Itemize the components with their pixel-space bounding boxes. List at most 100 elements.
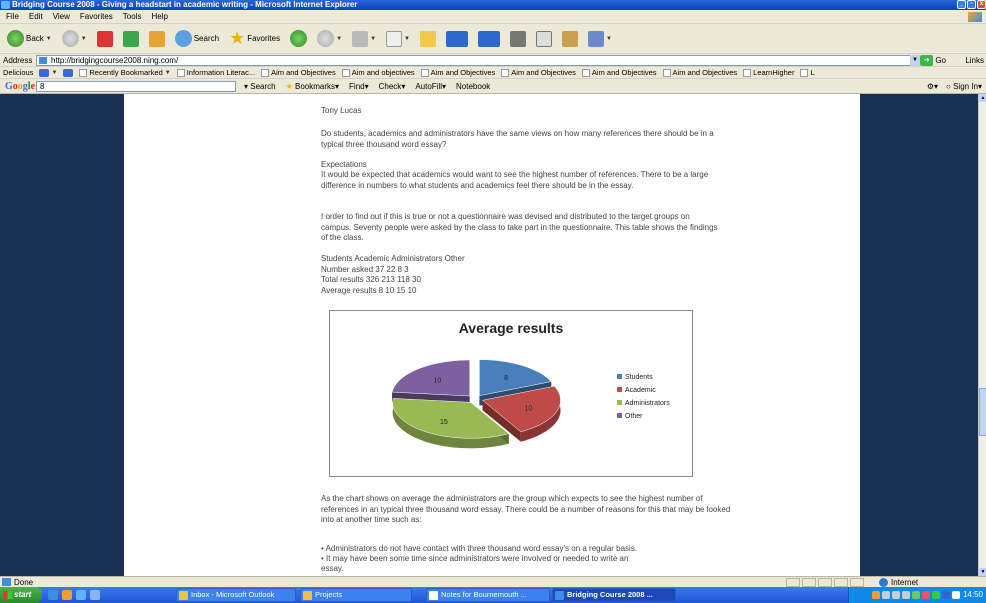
scroll-down-icon[interactable]: ▼ [979, 568, 986, 576]
bookmark-recently[interactable]: Recently Bookmarked ▼ [79, 67, 171, 78]
close-icon[interactable]: x [977, 0, 986, 9]
table-header: Students Academic Administrators Other [321, 254, 465, 263]
task-bridging-course[interactable]: Bridging Course 2008 ... [552, 588, 676, 602]
research-icon [509, 30, 526, 47]
menu-file[interactable]: File [6, 10, 19, 23]
google-logo[interactable]: Google [5, 79, 35, 94]
toolbar-extra-6[interactable]: ▼ [585, 28, 615, 50]
document-icon [429, 591, 438, 600]
menu-favorites[interactable]: Favorites [80, 10, 113, 23]
vertical-scrollbar[interactable]: ▲ ▼ [978, 94, 986, 576]
bookmark-item[interactable]: Aim and Objectives [662, 67, 737, 78]
status-pane [850, 578, 864, 587]
print-button[interactable]: ▼ [349, 28, 379, 50]
google-search-button[interactable]: ▾ Search [244, 79, 276, 94]
bookmark-item[interactable]: Aim and objectives [341, 67, 415, 78]
edit-button[interactable]: ▼ [383, 28, 413, 50]
page-icon [743, 68, 752, 77]
menu-view[interactable]: View [53, 10, 70, 23]
navigation-toolbar: Back ▼ ▼ Search ★ Favorites ▼ ▼ ▼ ▼ [0, 24, 986, 54]
bookmark-item[interactable]: Information Literac... [176, 67, 255, 78]
article-question: Do students, academics and administrator… [321, 129, 714, 149]
folder-icon [419, 30, 436, 47]
system-tray: 14:50 [848, 587, 986, 603]
taskbar: start Inbox - Microsoft Outlook Projects… [0, 587, 986, 603]
expectations-text: It would be expected that academics woul… [321, 170, 709, 190]
scroll-up-icon[interactable]: ▲ [979, 94, 986, 102]
history-button[interactable] [287, 28, 310, 50]
menu-tools[interactable]: Tools [123, 10, 142, 23]
chart-icon [587, 30, 604, 47]
favorites-button[interactable]: ★ Favorites [226, 28, 283, 50]
google-bookmarks-button[interactable]: ★ Bookmarks▾ [286, 79, 339, 94]
settings-wrench-icon[interactable]: ⚙▾ [927, 79, 938, 94]
toolbar-extra-1[interactable] [443, 28, 471, 50]
legend-label: Academic [625, 387, 656, 394]
address-dropdown-button[interactable]: ▼ [910, 55, 920, 66]
delicious-tag-button[interactable]: ▼ [39, 67, 57, 78]
bookmark-item[interactable]: LearnHigher [743, 67, 794, 78]
stop-button[interactable] [94, 28, 116, 50]
folder-button[interactable] [417, 28, 439, 50]
address-input[interactable]: http://bridgingcourse2008.ning.com/ [36, 55, 914, 66]
star-icon: ★ [229, 28, 246, 48]
menu-help[interactable]: Help [151, 10, 167, 23]
conclusion-text: As the chart shows on average the admini… [321, 494, 731, 525]
page-icon [501, 68, 510, 77]
page-icon [662, 68, 671, 77]
task-outlook[interactable]: Inbox - Microsoft Outlook [176, 588, 296, 602]
ie-quicklaunch-icon[interactable] [48, 590, 58, 600]
minimize-icon[interactable]: _ [957, 0, 966, 9]
bullet-item-continued: essay. [321, 564, 344, 573]
task-notes[interactable]: Notes for Bournemouth ... [426, 588, 550, 602]
go-button[interactable]: ➜ Go [920, 54, 946, 67]
menu-edit[interactable]: Edit [29, 10, 43, 23]
restore-icon[interactable]: ▫ [967, 0, 976, 9]
google-find-button[interactable]: Find▾ [349, 79, 369, 94]
toolbar-extra-2[interactable] [475, 28, 503, 50]
pie-slice-other [391, 359, 470, 397]
legend-swatch [617, 413, 622, 418]
outlook-quicklaunch-icon[interactable] [62, 590, 72, 600]
mail-button[interactable]: ▼ [314, 28, 345, 50]
scrollbar-thumb[interactable] [979, 388, 986, 436]
forward-button[interactable]: ▼ [59, 28, 90, 50]
tray-icon [881, 591, 890, 599]
window-icon [477, 30, 500, 47]
table-row: Average results 8 10 15 10 [321, 286, 417, 295]
bookmark-item[interactable]: Aim and Objectives [501, 67, 576, 78]
search-button[interactable]: Search [172, 28, 222, 50]
links-button[interactable]: Links [965, 54, 984, 67]
desktop-quicklaunch-icon[interactable] [76, 590, 86, 600]
toolbar-extra-5[interactable] [559, 28, 581, 50]
bookmark-item[interactable]: Aim and Objectives [420, 67, 495, 78]
bookmark-item[interactable]: L [800, 67, 815, 78]
back-button[interactable]: Back ▼ [4, 28, 55, 50]
google-search-input[interactable]: 8 [36, 81, 236, 92]
window-titlebar: Bridging Course 2008 - Giving a headstar… [0, 0, 986, 10]
pie-data-label: 10 [524, 406, 532, 413]
chart-title: Average results [459, 320, 564, 336]
delicious-grid-button[interactable] [63, 67, 74, 78]
toolbar-extra-4[interactable] [533, 28, 555, 50]
google-signin-button[interactable]: ○ Sign In▾ [946, 79, 982, 94]
home-button[interactable] [146, 28, 168, 50]
status-bar: Done Internet [0, 576, 986, 587]
chart-svg: Average results 8 10 15 10 Students Academic A… [391, 320, 670, 449]
google-autofill-button[interactable]: AutoFill▾ [415, 79, 446, 94]
toolbar-extra-3[interactable] [507, 28, 529, 50]
bookmark-delicious[interactable]: Delicious [3, 67, 33, 78]
bookmark-item[interactable]: Aim and Objectives [581, 67, 657, 78]
pie-chart: Average results 8 10 15 10 Students Academic A… [329, 310, 693, 477]
task-projects[interactable]: Projects [300, 588, 412, 602]
refresh-button[interactable] [120, 28, 142, 50]
table-row: Total results 326 213 118 30 [321, 275, 421, 284]
pie-data-label: 8 [504, 375, 508, 382]
bookmark-item[interactable]: Aim and Objectives [261, 67, 336, 78]
start-button[interactable]: start [0, 587, 42, 603]
tray-icon [951, 591, 960, 599]
google-check-button[interactable]: Check▾ [379, 79, 406, 94]
media-quicklaunch-icon[interactable] [90, 590, 100, 600]
google-notebook-button[interactable]: Notebook [456, 79, 490, 94]
page-done-icon [2, 578, 11, 586]
